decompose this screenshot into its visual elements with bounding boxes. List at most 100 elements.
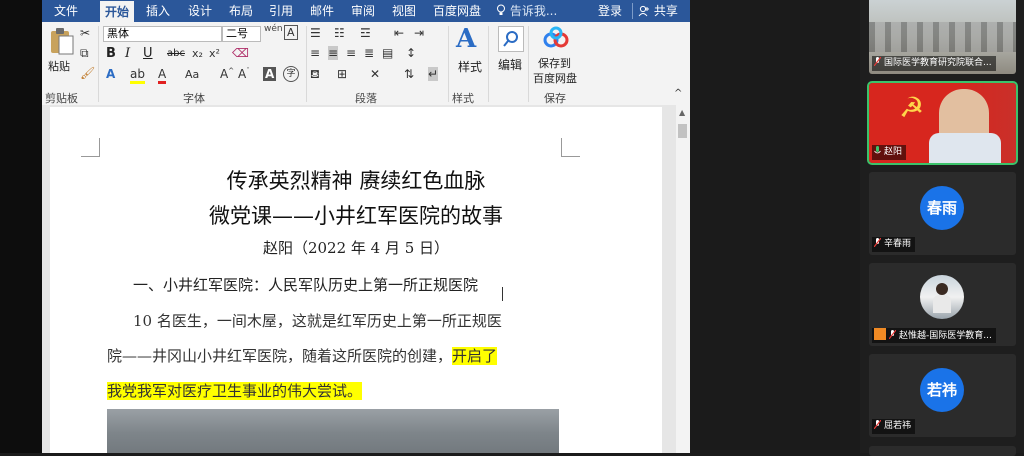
flag-emblem: ☭: [899, 91, 925, 124]
participant-tile[interactable]: 赵惟越-国际医学教育...: [869, 263, 1016, 346]
participant-name: 赵阳: [872, 145, 907, 160]
superscript-icon[interactable]: x²: [209, 47, 220, 60]
scroll-up-icon[interactable]: ▲: [679, 108, 685, 117]
tab-home[interactable]: 开始: [100, 1, 134, 22]
find-icon[interactable]: [498, 26, 524, 52]
clear-format-icon[interactable]: ⌫: [232, 46, 249, 60]
underline-button[interactable]: U: [143, 46, 153, 61]
paragraph-line-3: 我党我军对医疗卫生事业的伟大尝试。: [107, 380, 363, 401]
numbering-icon[interactable]: ☷: [334, 26, 345, 40]
change-case-icon[interactable]: Aa: [185, 68, 199, 81]
paste-icon[interactable]: [48, 26, 76, 56]
borders-icon[interactable]: ⊞: [337, 67, 347, 81]
subscript-icon[interactable]: x₂: [192, 47, 203, 60]
scroll-thumb[interactable]: [678, 124, 687, 138]
tab-design[interactable]: 设计: [188, 0, 212, 22]
group-font-label: 字体: [183, 92, 205, 105]
tab-mailings[interactable]: 邮件: [310, 0, 334, 22]
cut-icon[interactable]: ✂: [80, 26, 90, 40]
group-clipboard-label: 剪贴板: [45, 92, 78, 105]
collapse-ribbon-icon[interactable]: ^: [674, 88, 682, 99]
grow-font-icon[interactable]: A^: [220, 67, 234, 81]
justify-icon[interactable]: ≣: [364, 46, 374, 60]
multilevel-list-icon[interactable]: ☲: [360, 26, 371, 40]
participant-tile-active-speaker[interactable]: ☭ 赵阳: [867, 81, 1018, 165]
mic-muted-icon: [874, 420, 881, 429]
char-shading-icon[interactable]: A: [263, 67, 277, 81]
editing-label[interactable]: 编辑: [498, 56, 522, 73]
text-effects-icon[interactable]: A: [106, 67, 115, 81]
tab-references[interactable]: 引用: [269, 0, 293, 22]
show-marks-icon[interactable]: ↵: [428, 67, 439, 81]
person-add-icon: [638, 5, 649, 17]
tab-review[interactable]: 审阅: [351, 0, 375, 22]
asian-layout-icon[interactable]: ✕: [370, 67, 380, 81]
participant-tile[interactable]: 国际医学教育研究院联合...: [869, 0, 1016, 74]
phonetic-guide-icon[interactable]: wén: [264, 24, 283, 34]
tab-file[interactable]: 文件: [54, 0, 78, 22]
left-black-bar: [0, 0, 42, 453]
group-paragraph-label: 段落: [355, 92, 377, 105]
font-name-select[interactable]: 黑体: [103, 26, 222, 42]
menu-divider: [632, 3, 633, 19]
save-baidu-line2[interactable]: 百度网盘: [533, 70, 577, 86]
copy-icon[interactable]: ⧉: [80, 46, 89, 61]
tab-layout[interactable]: 布局: [229, 0, 253, 22]
line-spacing-icon[interactable]: ↕: [406, 46, 416, 60]
photo-head: [936, 283, 948, 295]
mic-muted-icon: [874, 57, 881, 66]
format-painter-icon[interactable]: 🖌: [80, 66, 95, 80]
participant-name: 屈若祎: [872, 419, 916, 434]
avatar: 春雨: [920, 186, 964, 230]
tell-me-box[interactable]: 告诉我...: [496, 0, 557, 22]
video-content: [869, 22, 1016, 52]
shrink-font-icon[interactable]: Aˇ: [238, 67, 250, 81]
photo-body: [933, 295, 951, 313]
decrease-indent-icon[interactable]: ⇤: [394, 26, 404, 40]
participant-name: 辛春雨: [872, 237, 916, 252]
tab-baidu-netdisk[interactable]: 百度网盘: [433, 0, 481, 22]
styles-label[interactable]: 样式: [458, 58, 482, 75]
document-photo: [107, 409, 559, 453]
italic-button[interactable]: I: [125, 46, 130, 61]
highlight-icon[interactable]: ab: [130, 67, 145, 84]
participant-name: 国际医学教育研究院联合...: [872, 56, 996, 71]
strikethrough-button[interactable]: abc: [167, 48, 185, 59]
group-save-label: 保存: [544, 92, 566, 105]
vertical-scrollbar[interactable]: ▲: [676, 105, 690, 453]
document-page[interactable]: 传承英烈精神 赓续红色血脉 微党课——小井红军医院的故事 赵阳（2022 年 4…: [50, 107, 662, 453]
avatar: 若祎: [920, 368, 964, 412]
share-button[interactable]: 共享: [638, 0, 678, 22]
tab-insert[interactable]: 插入: [146, 0, 170, 22]
participant-tile[interactable]: 春雨 辛春雨: [869, 172, 1016, 255]
enclose-char-icon[interactable]: 字: [283, 66, 299, 82]
align-right-icon[interactable]: ≡: [346, 46, 356, 60]
font-color-icon[interactable]: A: [158, 67, 167, 84]
align-left-icon[interactable]: ≡: [310, 46, 320, 60]
increase-indent-icon[interactable]: ⇥: [414, 26, 424, 40]
participant-tile[interactable]: [869, 446, 1016, 456]
tab-view[interactable]: 视图: [392, 0, 416, 22]
participant-tile[interactable]: 若祎 屈若祎: [869, 354, 1016, 437]
divider: [488, 26, 489, 102]
char-border-icon[interactable]: A: [284, 25, 298, 40]
group-styles-label: 样式: [452, 92, 474, 105]
styles-icon[interactable]: A: [456, 24, 476, 54]
login-button[interactable]: 登录: [598, 0, 622, 22]
paragraph-line-1: 10 名医生，一间木屋，这就是红军历史上第一所正规医: [133, 312, 502, 330]
paste-label[interactable]: 粘贴: [48, 58, 70, 74]
sort-icon[interactable]: ⇅: [404, 67, 414, 81]
ribbon: 粘贴 ✂ ⧉ 🖌 黑体 二号 wén A B I U abc x₂ x² ⌫ A…: [42, 22, 690, 106]
bold-button[interactable]: B: [106, 46, 116, 61]
save-baidu-line1[interactable]: 保存到: [538, 55, 571, 71]
baidu-netdisk-icon[interactable]: [542, 26, 570, 50]
share-label: 共享: [653, 4, 678, 18]
bullets-icon[interactable]: ☰: [310, 26, 321, 40]
font-size-select[interactable]: 二号: [222, 26, 261, 42]
participant-name: 赵惟越-国际医学教育...: [872, 328, 996, 343]
document-author-date: 赵阳（2022 年 4 月 5 日）: [262, 239, 450, 257]
shading-icon[interactable]: ⛾: [310, 67, 320, 83]
distributed-icon[interactable]: ▤: [382, 46, 393, 60]
align-center-icon[interactable]: ≡: [328, 46, 339, 60]
tell-me-label: 告诉我...: [509, 4, 558, 18]
